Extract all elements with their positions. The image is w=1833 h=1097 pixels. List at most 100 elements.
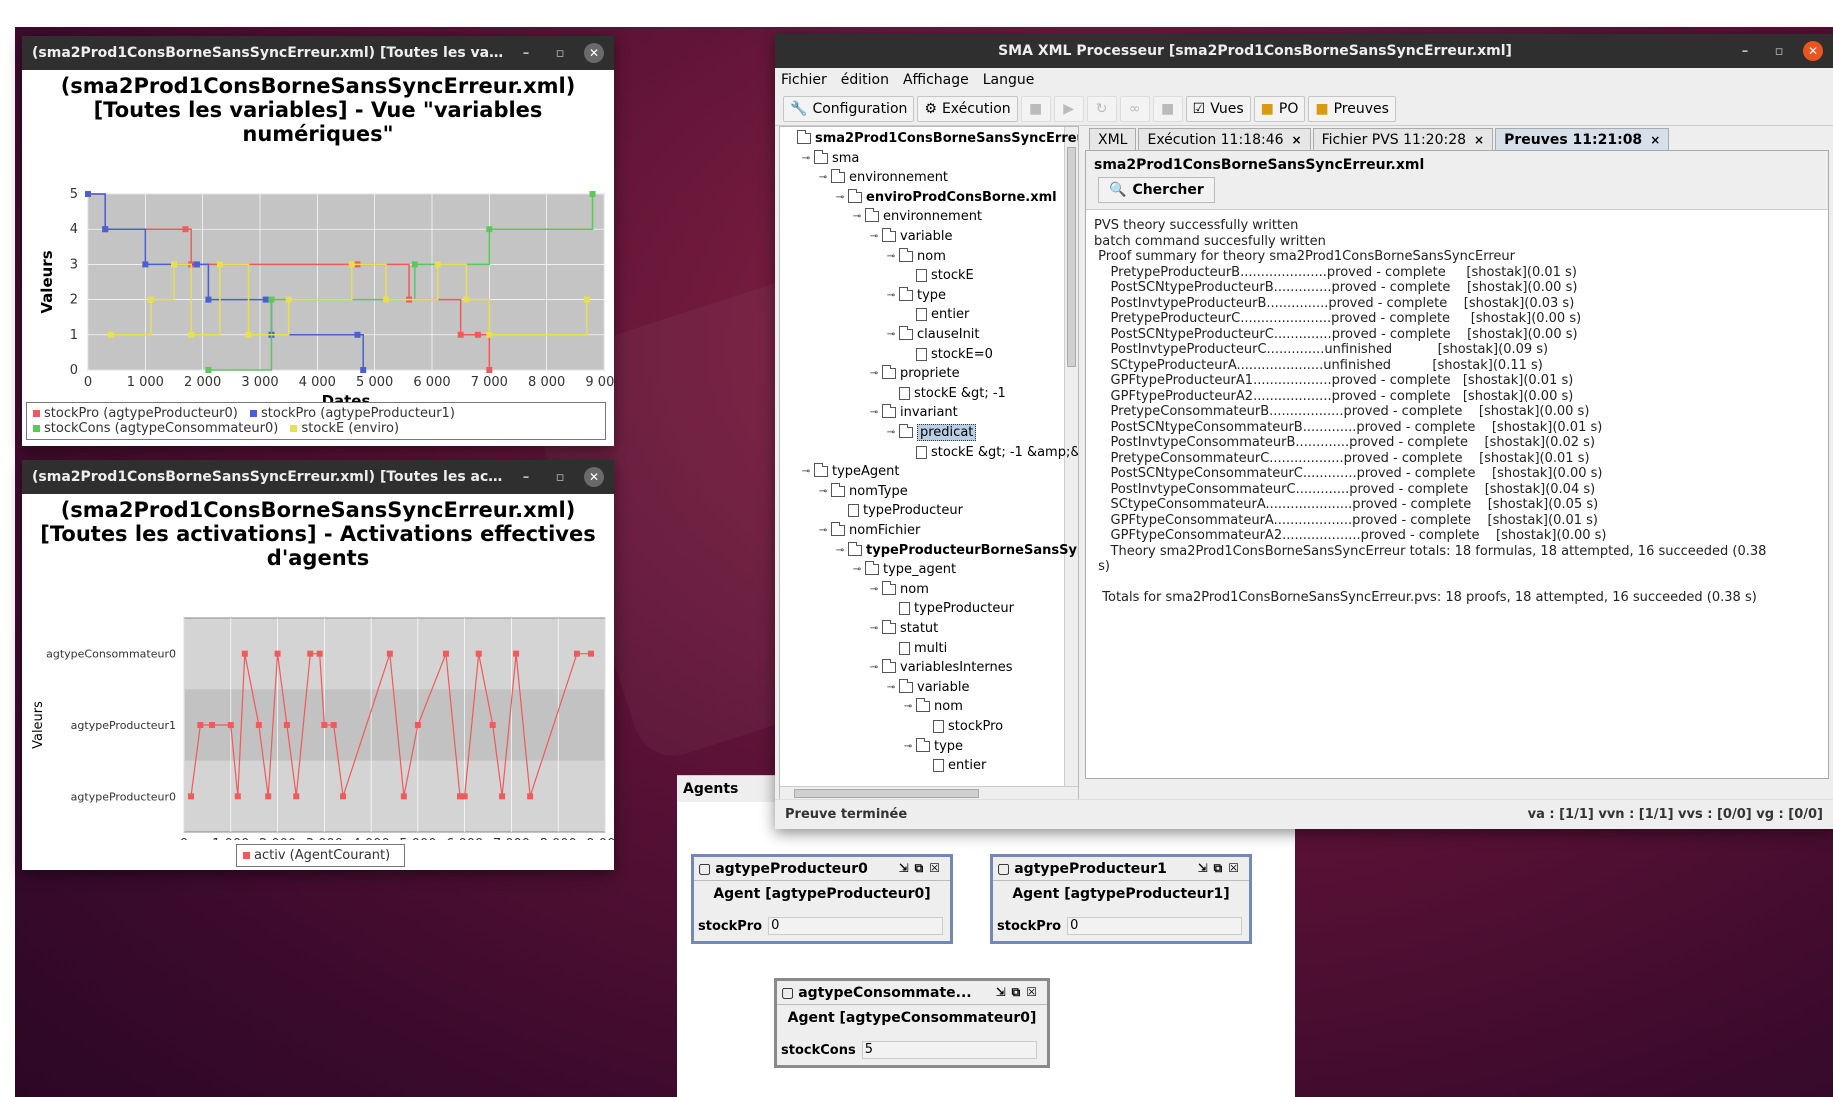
agent-card-titlebar[interactable]: ▢ agtypeProducteur0 ⇲⧉☒ — [694, 857, 950, 881]
expand-handle-icon[interactable]: ⊸ — [886, 682, 896, 693]
expand-handle-icon[interactable]: ⊸ — [903, 741, 913, 752]
expand-handle-icon[interactable]: ⊸ — [801, 153, 811, 164]
tree-vertical-scrollbar[interactable] — [1064, 127, 1078, 800]
tree-node[interactable]: ⊸ environnement — [818, 168, 948, 187]
expand-handle-icon[interactable]: ⊸ — [886, 251, 896, 262]
tree-node[interactable]: ⊸ typeAgent — [801, 462, 900, 481]
tree-node[interactable]: sma2Prod1ConsBorneSansSyncErreur.xml — [784, 129, 1078, 148]
agent-card-titlebar[interactable]: ▢ agtypeProducteur1 ⇲⧉☒ — [993, 857, 1249, 881]
tree-node[interactable]: ⊸ clauseInit — [886, 325, 980, 344]
agent-card-titlebar[interactable]: ▢ agtypeConsommate... ⇲⧉☒ — [777, 981, 1047, 1005]
expand-handle-icon[interactable]: ⊸ — [835, 192, 845, 203]
menu-langue[interactable]: Langue — [983, 72, 1035, 88]
expand-handle-icon[interactable]: ⊸ — [852, 211, 862, 222]
tree-node[interactable]: ⊸ type — [903, 737, 963, 756]
expand-handle-icon[interactable]: ⊸ — [818, 525, 828, 536]
expand-handle-icon[interactable]: ⊸ — [869, 231, 879, 242]
tree-node[interactable]: typeProducteur — [886, 599, 1014, 618]
expand-handle-icon[interactable]: ⊸ — [869, 368, 879, 379]
window-controls-icon[interactable]: ⇲⧉☒ — [1198, 861, 1245, 876]
expand-handle-icon[interactable]: ⊸ — [869, 584, 879, 595]
agent-var-value[interactable]: 0 — [1067, 917, 1243, 935]
main-titlebar[interactable]: SMA XML Processeur [sma2Prod1ConsBorneSa… — [775, 34, 1833, 68]
maximize-icon[interactable]: ▫ — [1769, 41, 1789, 61]
expand-handle-icon[interactable]: ⊸ — [886, 290, 896, 301]
tree-node[interactable]: ⊸ type — [886, 286, 946, 305]
menu-fichier[interactable]: Fichier — [781, 72, 827, 88]
loop-button[interactable]: ∞ — [1119, 95, 1150, 122]
tree-node[interactable]: ⊸ environnement — [852, 207, 982, 226]
expand-handle-icon[interactable]: ⊸ — [835, 545, 845, 556]
xml-tree[interactable]: sma2Prod1ConsBorneSansSyncErreur.xml ⊸ sma… — [779, 126, 1079, 801]
expand-handle-icon[interactable]: ⊸ — [818, 486, 828, 497]
tab[interactable]: Fichier PVS 11:20:28 × — [1312, 128, 1494, 150]
tree-node[interactable]: stockE &gt; -1 &amp;&am — [903, 443, 1078, 462]
tree-node[interactable]: ⊸ nom — [903, 697, 963, 716]
agent-card-consommateur0[interactable]: ▢ agtypeConsommate... ⇲⧉☒ Agent [agtypeC… — [774, 978, 1050, 1068]
expand-handle-icon[interactable]: ⊸ — [903, 701, 913, 712]
tree-node[interactable]: ⊸ enviroProdConsBorne.xml — [835, 188, 1057, 207]
proof-output-text[interactable]: PVS theory successfully written batch com… — [1086, 209, 1828, 778]
window-controls-icon[interactable]: ⇲⧉☒ — [899, 861, 946, 876]
search-button[interactable]: 🔍 Chercher — [1098, 177, 1215, 203]
activations-chart-titlebar[interactable]: (sma2Prod1ConsBorneSansSyncErreur.xml) [… — [22, 460, 614, 494]
step-button[interactable]: ↻ — [1086, 95, 1117, 122]
play-button[interactable]: ▶ — [1053, 95, 1084, 122]
stop-button[interactable]: ■ — [1020, 95, 1051, 122]
tab-close-icon[interactable]: × — [1292, 133, 1302, 147]
tree-node[interactable]: stockE — [903, 266, 974, 285]
tree-node[interactable]: stockE=0 — [903, 345, 993, 364]
close-icon[interactable]: ✕ — [584, 43, 604, 63]
preuves-button[interactable]: ■ Preuves — [1308, 95, 1396, 122]
halt-button[interactable]: ■ — [1152, 95, 1183, 122]
minimize-icon[interactable]: – — [1735, 41, 1755, 61]
maximize-icon[interactable]: ▫ — [550, 43, 570, 63]
tree-node[interactable]: ⊸ propriete — [869, 364, 960, 383]
configuration-button[interactable]: 🔧 Configuration — [783, 95, 915, 122]
tree-node[interactable]: ⊸ predicat — [886, 423, 977, 442]
tree-node[interactable]: ⊸ sma — [801, 149, 859, 168]
expand-handle-icon[interactable]: ⊸ — [886, 329, 896, 340]
agent-card-producteur0[interactable]: ▢ agtypeProducteur0 ⇲⧉☒ Agent [agtypePro… — [691, 854, 953, 944]
close-icon[interactable]: ✕ — [1803, 41, 1823, 61]
tree-node[interactable]: typeProducteur — [835, 501, 963, 520]
po-button[interactable]: ■ PO — [1253, 95, 1306, 122]
agent-var-value[interactable]: 0 — [768, 917, 944, 935]
tree-node[interactable]: entier — [920, 756, 986, 775]
maximize-icon[interactable]: ▫ — [550, 467, 570, 487]
menu-affichage[interactable]: Affichage — [903, 72, 969, 88]
tree-node[interactable]: ⊸ variable — [886, 678, 969, 697]
expand-handle-icon[interactable]: ⊸ — [869, 623, 879, 634]
tab-close-icon[interactable]: × — [1650, 133, 1660, 147]
minimize-icon[interactable]: – — [516, 467, 536, 487]
tree-node[interactable]: ⊸ nom — [869, 580, 929, 599]
tab-close-icon[interactable]: × — [1474, 133, 1484, 147]
tree-node[interactable]: entier — [903, 305, 969, 324]
tree-node[interactable]: ⊸ typeProducteurBorneSansSyn — [835, 541, 1078, 560]
expand-handle-icon[interactable]: ⊸ — [852, 564, 862, 575]
agent-card-producteur1[interactable]: ▢ agtypeProducteur1 ⇲⧉☒ Agent [agtypePro… — [990, 854, 1252, 944]
menu-edition[interactable]: édition — [841, 72, 889, 88]
expand-handle-icon[interactable]: ⊸ — [869, 662, 879, 673]
tab[interactable]: Exécution 11:18:46 × — [1138, 128, 1311, 150]
tree-node[interactable]: ⊸ nom — [886, 247, 946, 266]
variables-chart-titlebar[interactable]: (sma2Prod1ConsBorneSansSyncErreur.xml) [… — [22, 36, 614, 70]
tree-node[interactable]: ⊸ nomType — [818, 482, 908, 501]
minimize-icon[interactable]: – — [516, 43, 536, 63]
expand-handle-icon[interactable]: ⊸ — [869, 407, 879, 418]
tree-horizontal-scrollbar[interactable] — [780, 786, 1078, 800]
execution-button[interactable]: ⚙ Exécution — [917, 95, 1018, 122]
tree-node[interactable]: ⊸ nomFichier — [818, 521, 920, 540]
expand-handle-icon[interactable]: ⊸ — [818, 172, 828, 183]
close-icon[interactable]: ✕ — [584, 467, 604, 487]
vues-button[interactable]: ☑ Vues — [1185, 95, 1251, 122]
tree-node[interactable]: ⊸ variable — [869, 227, 952, 246]
tree-node[interactable]: ⊸ variablesInternes — [869, 658, 1013, 677]
tree-node[interactable]: ⊸ invariant — [869, 403, 958, 422]
tree-node[interactable]: ⊸ statut — [869, 619, 938, 638]
expand-handle-icon[interactable]: ⊸ — [886, 427, 896, 438]
tab[interactable]: XML — [1089, 128, 1137, 150]
tree-node[interactable]: ⊸ type_agent — [852, 560, 956, 579]
tree-node[interactable]: multi — [886, 639, 947, 658]
tab[interactable]: Preuves 11:21:08 × — [1495, 128, 1670, 150]
